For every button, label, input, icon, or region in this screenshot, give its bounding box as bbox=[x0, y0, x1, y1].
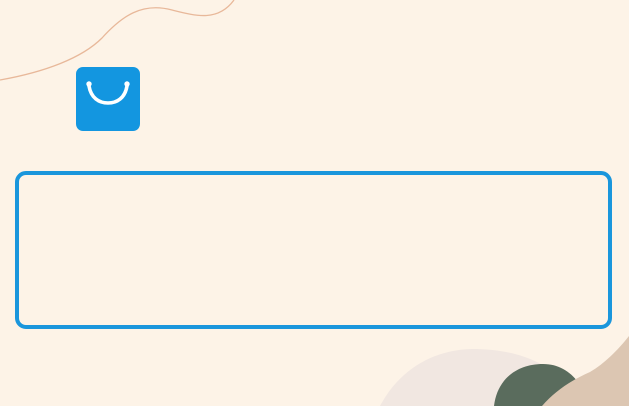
text-input-box[interactable] bbox=[15, 171, 612, 329]
light-blob bbox=[380, 349, 566, 406]
shopping-bag-icon[interactable] bbox=[76, 67, 140, 131]
green-blob bbox=[494, 364, 588, 406]
shopping-bag-glyph bbox=[86, 81, 130, 105]
tan-blob bbox=[542, 336, 629, 406]
